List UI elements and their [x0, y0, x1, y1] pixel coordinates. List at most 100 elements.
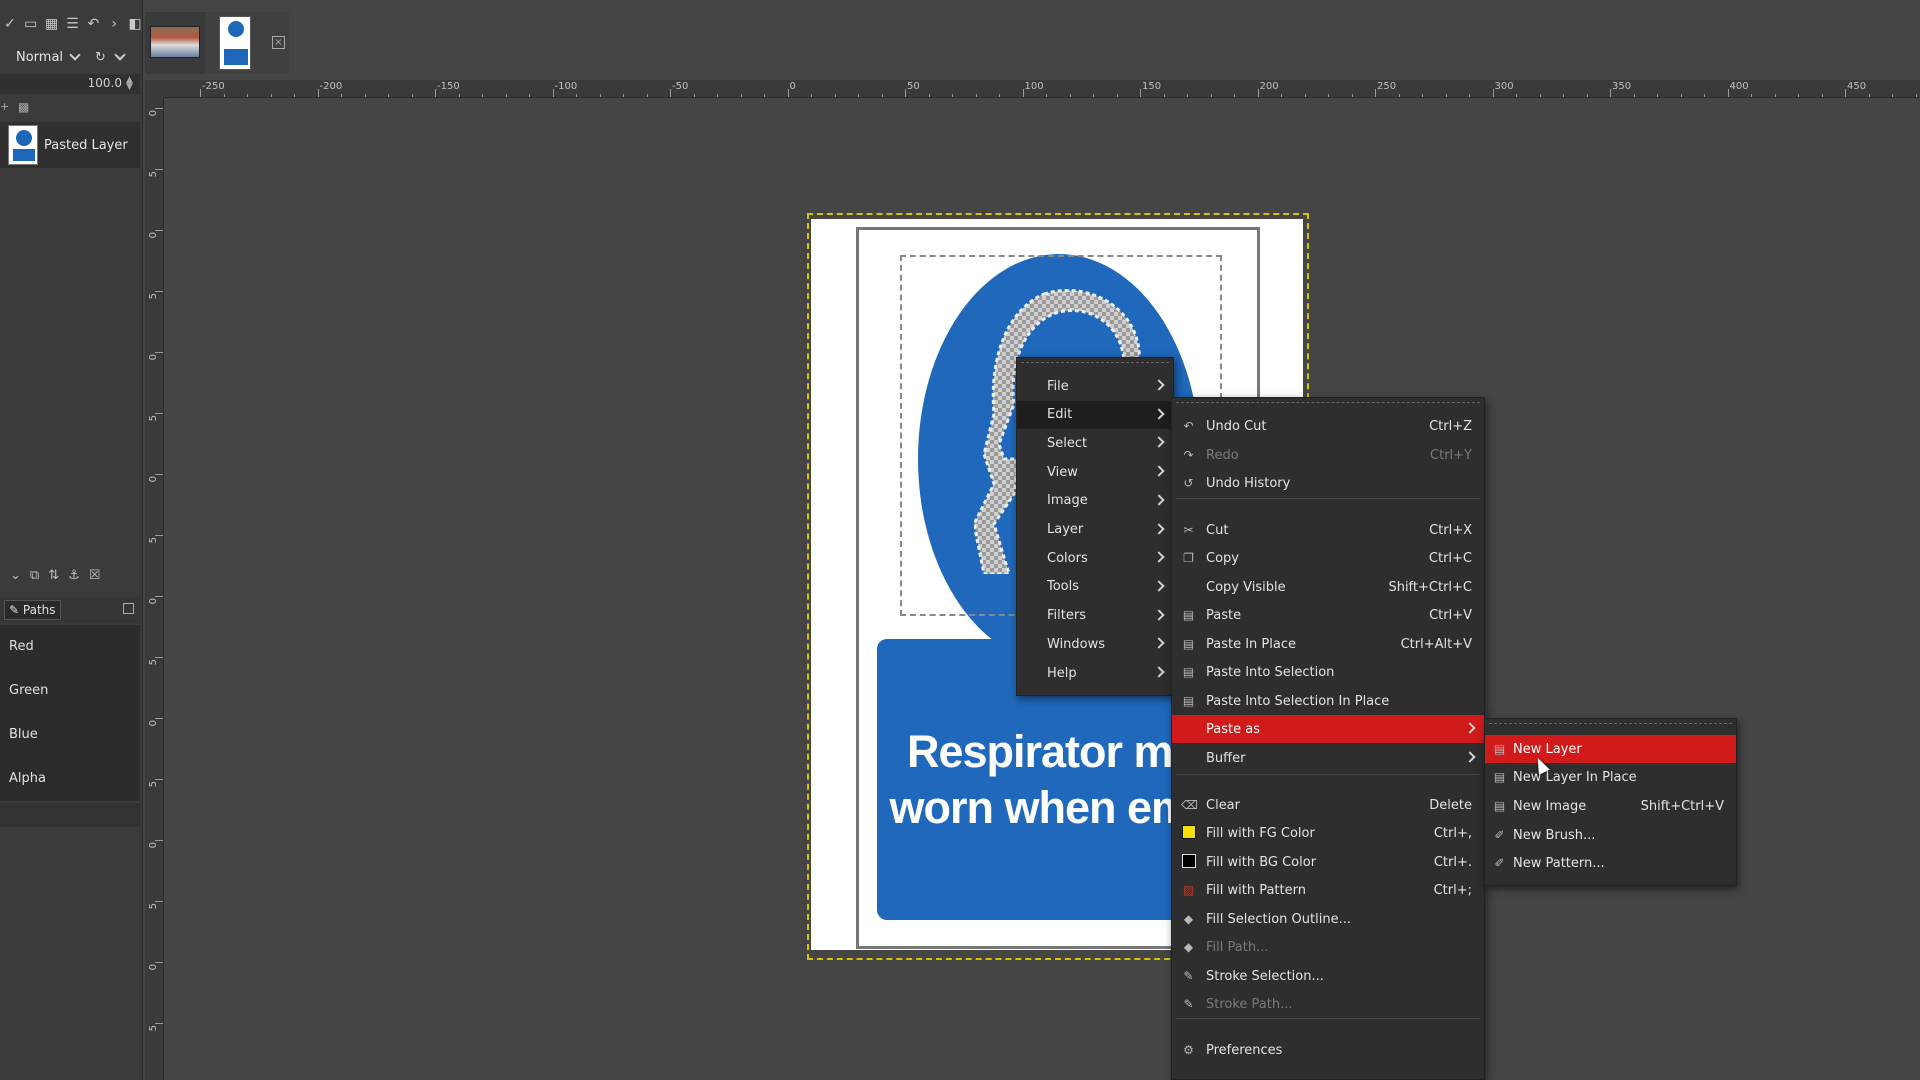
ruler-tick — [1046, 94, 1047, 97]
grid-icon[interactable]: ▦ — [44, 16, 60, 33]
menu-item-paste[interactable]: ▤ Paste Ctrl+V — [1172, 601, 1484, 629]
menu-item-help[interactable]: Help — [1017, 659, 1173, 687]
menu-item-edit[interactable]: Edit — [1017, 400, 1173, 429]
menu-tearoff[interactable] — [1021, 362, 1169, 363]
menu-item-clear[interactable]: ⌫ Clear Delete — [1172, 791, 1484, 819]
opacity-slider[interactable]: 100.0 ▲ ▼ — [0, 74, 140, 94]
menu-item-label: Paste Into Selection — [1206, 664, 1335, 680]
menu-item-preferences[interactable]: ⚙ Preferences — [1172, 1036, 1484, 1064]
layer-mode-select[interactable]: Normal — [16, 49, 81, 65]
undo-icon[interactable]: ↶ — [85, 16, 101, 33]
dock-config-icon[interactable]: ◧ — [127, 16, 143, 33]
menu-item-fill-selection-outline[interactable]: ◆ Fill Selection Outline... — [1172, 905, 1484, 933]
ruler-tick — [341, 94, 342, 97]
chevron-down-icon[interactable]: ⌄ — [10, 568, 21, 583]
chevron-down-icon[interactable] — [114, 49, 126, 61]
close-icon[interactable]: × — [272, 36, 285, 49]
menu-item-buffer[interactable]: Buffer — [1172, 744, 1484, 772]
ruler-corner[interactable] — [145, 80, 164, 98]
menu-item-copy-visible[interactable]: Copy Visible Shift+Ctrl+C — [1172, 573, 1484, 601]
ruler-tick — [1727, 89, 1729, 97]
menu-item-label: Cut — [1206, 522, 1229, 538]
menu-item-shortcut: Ctrl+Z — [1429, 418, 1472, 434]
channel-green[interactable]: Green — [0, 669, 140, 713]
menu-item-tools[interactable]: Tools — [1017, 573, 1173, 601]
reset-mode-icon[interactable]: ↻ — [95, 50, 106, 65]
menu-item-stroke-selection[interactable]: ✎ Stroke Selection... — [1172, 962, 1484, 990]
ruler-tick — [834, 94, 836, 97]
menu-item-new-image[interactable]: ▤ New Image Shift+Ctrl+V — [1485, 792, 1736, 820]
image-tab-2[interactable]: × — [207, 12, 289, 74]
menu-item-copy[interactable]: ❐ Copy Ctrl+C — [1172, 544, 1484, 572]
menu-item-colors[interactable]: Colors — [1017, 544, 1173, 572]
menu-item-fill-with-pattern[interactable]: ▨ Fill with Pattern Ctrl+; — [1172, 876, 1484, 904]
new-layer-group-icon[interactable]: ⧉ — [30, 568, 39, 583]
menu-item-cut[interactable]: ✂ Cut Ctrl+X — [1172, 516, 1484, 544]
panel-divider[interactable] — [0, 803, 140, 827]
ruler-tick — [155, 962, 163, 963]
menu-item-redo[interactable]: ↷ Redo Ctrl+Y — [1172, 441, 1484, 469]
menu-item-undo-history[interactable]: ↺ Undo History — [1172, 469, 1484, 497]
tab-paths[interactable]: ✎ Paths — [4, 600, 61, 620]
channel-blue[interactable]: Blue — [0, 713, 140, 757]
menu-item-undo-cut[interactable]: ↶ Undo Cut Ctrl+Z — [1172, 412, 1484, 440]
ruler-tick — [623, 94, 624, 97]
ruler-tick — [155, 596, 163, 597]
menu-item-windows[interactable]: Windows — [1017, 630, 1173, 658]
ruler-label: 5 — [148, 903, 159, 910]
forward-icon[interactable]: › — [106, 16, 122, 33]
menu-item-view[interactable]: View — [1017, 458, 1173, 486]
paste-icon: ▤ — [1182, 693, 1195, 708]
horizontal-ruler[interactable]: -250 -200 -150 -100 -50 0 50 100 150 200 250 300 350… — [164, 80, 1920, 98]
menu-item-fill-path[interactable]: ◆ Fill Path... — [1172, 933, 1484, 961]
menu-item-paste-in-place[interactable]: ▤ Paste In Place Ctrl+Alt+V — [1172, 630, 1484, 658]
menu-item-image[interactable]: Image — [1017, 487, 1173, 515]
menu-item-new-layer-in-place[interactable]: ▤ New Layer In Place — [1485, 764, 1736, 792]
ruler-tick — [1868, 94, 1870, 97]
menu-item-label: Image — [1047, 493, 1088, 509]
menu-item-paste-into-selection-in-place[interactable]: ▤ Paste Into Selection In Place — [1172, 687, 1484, 715]
layer-row[interactable]: Pasted Layer — [0, 122, 140, 168]
ruler-label: 5 — [148, 781, 159, 788]
menu-item-layer[interactable]: Layer — [1017, 516, 1173, 544]
layer-mode-value: Normal — [16, 49, 64, 65]
list-icon[interactable]: ☰ — [65, 16, 81, 33]
lock-pixels-icon[interactable]: + — [0, 100, 9, 113]
menu-item-fill-with-fg-color[interactable]: Fill with FG Color Ctrl+, — [1172, 819, 1484, 847]
spin-arrows-icon[interactable]: ▲ ▼ — [126, 76, 136, 92]
menu-item-shortcut: Ctrl+. — [1433, 854, 1472, 870]
ruler-tick — [155, 901, 163, 902]
ruler-tick — [1610, 89, 1611, 97]
vertical-ruler[interactable]: 05050505050505050 — [145, 98, 164, 1080]
anchor-layer-icon[interactable]: ⚓ — [68, 568, 80, 583]
menu-item-filters[interactable]: Filters — [1017, 602, 1173, 630]
image-tab-1[interactable] — [145, 12, 206, 74]
raise-lower-icon[interactable]: ⇅ — [48, 568, 59, 583]
undo-history-icon: ↺ — [1183, 475, 1194, 490]
lock-alpha-icon[interactable]: ▩ — [18, 100, 29, 114]
menu-item-shortcut: Ctrl+Y — [1430, 447, 1472, 463]
menu-item-file[interactable]: File — [1017, 372, 1173, 400]
menu-item-select[interactable]: Select — [1017, 429, 1173, 457]
channel-alpha[interactable]: Alpha — [0, 757, 140, 801]
channel-red[interactable]: Red — [0, 625, 140, 669]
delete-layer-icon[interactable]: ☒ — [89, 568, 101, 583]
menu-item-paste-into-selection[interactable]: ▤ Paste Into Selection — [1172, 658, 1484, 686]
menu-item-label: File — [1047, 378, 1069, 394]
ruler-tick — [1328, 94, 1329, 97]
check-icon[interactable]: ✓ — [2, 16, 18, 33]
menu-item-fill-with-bg-color[interactable]: Fill with BG Color Ctrl+. — [1172, 848, 1484, 876]
menu-item-paste-as[interactable]: Paste as — [1172, 715, 1484, 743]
menu-item-new-pattern[interactable]: ✐ New Pattern... — [1485, 850, 1736, 878]
menu-item-new-layer[interactable]: ▤ New Layer — [1485, 735, 1736, 763]
monitor-icon[interactable]: ▭ — [23, 16, 39, 33]
panel-config-icon[interactable] — [123, 603, 134, 614]
ruler-label: 5 — [148, 171, 159, 178]
chevron-right-icon — [1153, 666, 1165, 678]
menu-tearoff[interactable] — [1489, 723, 1732, 724]
ruler-label: -150 — [437, 81, 460, 92]
menu-item-stroke-path[interactable]: ✎ Stroke Path... — [1172, 990, 1484, 1018]
menu-tearoff[interactable] — [1176, 402, 1480, 403]
menu-item-new-brush[interactable]: ✐ New Brush... — [1485, 821, 1736, 849]
ruler-tick — [155, 840, 163, 841]
